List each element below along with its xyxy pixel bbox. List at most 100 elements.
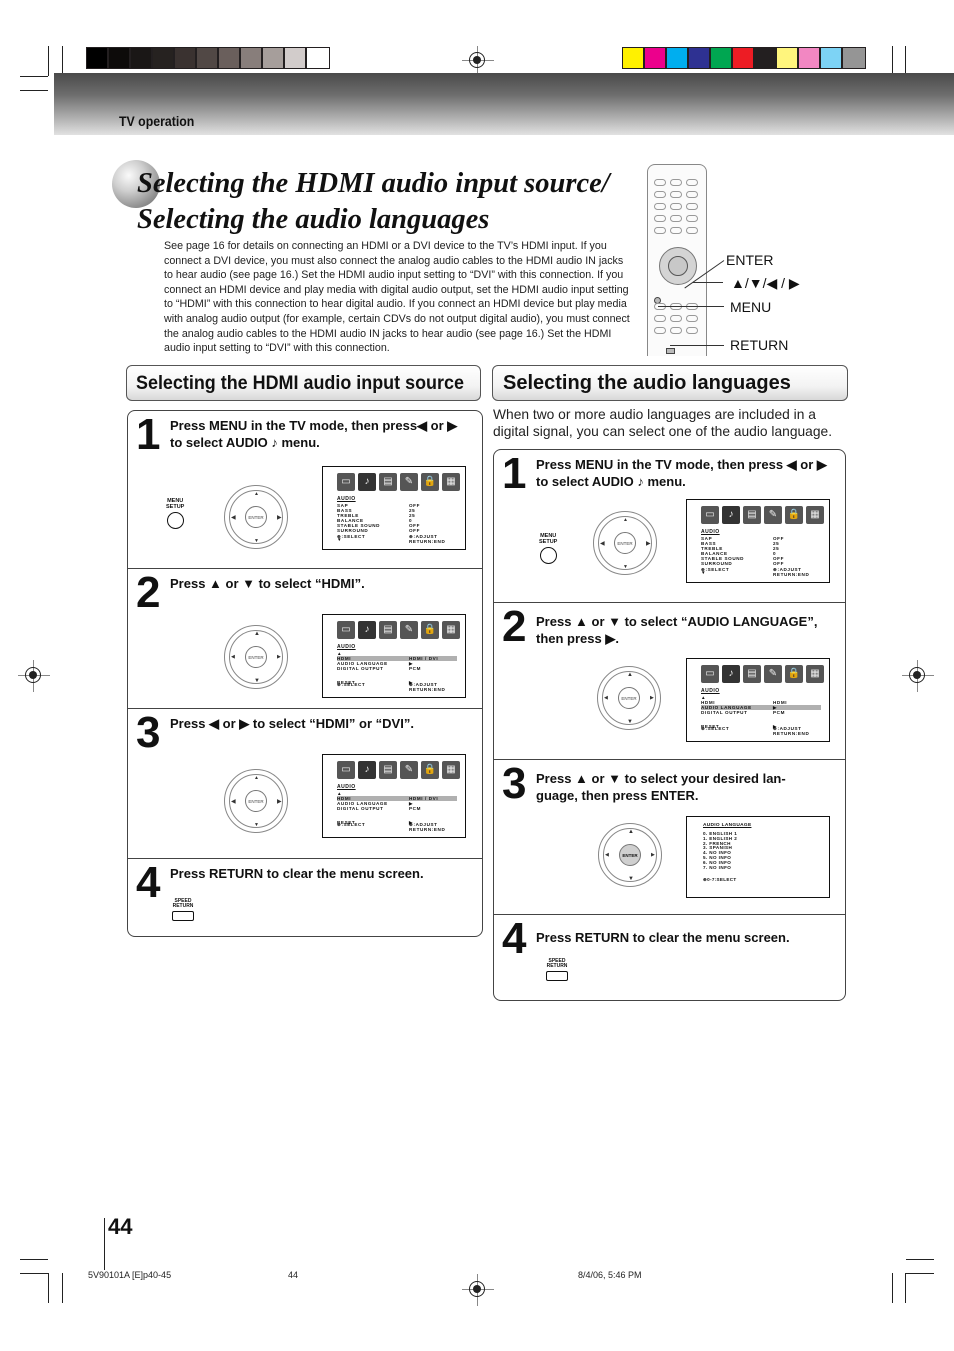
page-title-line-2: Selecting the audio languages	[137, 204, 490, 235]
print-timestamp: 8/4/06, 5:46 PM	[578, 1270, 642, 1280]
crop-mark	[20, 1259, 48, 1260]
osd-footer: ⊕:SELECT ⊕:ADJUST RETURN:END	[337, 534, 446, 544]
color-swatch	[623, 48, 645, 68]
osd-menu-tab-icon: ✎	[764, 506, 782, 524]
osd-row: DIGITAL OUTPUT PCM	[337, 666, 422, 671]
step-number: 4	[136, 858, 161, 907]
color-swatch	[109, 48, 131, 68]
hdmi-section-heading: Selecting the HDMI audio input source	[126, 365, 481, 401]
osd-menu-tab-icon: ♪	[722, 665, 740, 683]
remote-button-icon	[670, 203, 682, 210]
remote-button-icon	[654, 327, 666, 334]
step-number: 2	[502, 602, 527, 651]
remote-button-icon	[654, 227, 666, 234]
hdmi-step-2: 2 Press ▲ or ▼ to select “HDMI”. ENTER ▲ ▼…	[128, 569, 482, 709]
lang-steps-box: 1 Press MENU in the TV mode, then press …	[493, 449, 846, 1001]
osd-menu-tab-icon: ▤	[379, 761, 397, 779]
remote-button-icon	[670, 327, 682, 334]
color-swatch	[285, 48, 307, 68]
menu-setup-button: MENU SETUP	[166, 498, 184, 529]
color-swatch	[307, 48, 329, 68]
osd-footer: ⊕:SELECT ⊕:ADJUST RETURN:END	[701, 567, 810, 577]
step-number: 4	[502, 914, 527, 963]
step-instruction: Press MENU in the TV mode, then press◀ o…	[170, 418, 458, 450]
osd-menu-icons: ▭ ♪ ▤ ✎ 🔒 ▦	[337, 473, 460, 491]
color-bar	[622, 47, 866, 69]
osd-menu-tab-icon: ▤	[743, 665, 761, 683]
color-swatch	[131, 48, 153, 68]
step-instruction: Press ◀ or ▶ to select “HDMI” or “DVI”.	[170, 716, 414, 731]
dpad-left-right-icon: ENTER ◀ ▶ ▲ ▼	[224, 769, 288, 833]
osd-row: DIGITAL OUTPUT PCM	[337, 806, 422, 811]
osd-menu-tab-icon: ▤	[743, 506, 761, 524]
speed-return-button: SPEED RETURN	[172, 899, 194, 921]
osd-menu-icons: ▭ ♪ ▤ ✎ 🔒 ▦	[701, 506, 824, 524]
remote-button-icon	[654, 315, 666, 322]
dpad-up-down-icon: ENTER ▲ ▼ ◀ ▶	[597, 666, 661, 730]
step-instruction: Press ▲ or ▼ to select “AUDIO LANGUAGE”,…	[536, 614, 818, 646]
hdmi-step-3: 3 Press ◀ or ▶ to select “HDMI” or “DVI”…	[128, 709, 482, 859]
osd-menu-tab-icon: ▦	[442, 621, 460, 639]
osd-row: DIGITAL OUTPUT PCM	[701, 710, 786, 715]
osd-menu-tab-icon: 🔒	[421, 621, 439, 639]
step-instruction: Press ▲ or ▼ to select your desired lan-…	[536, 771, 786, 803]
osd-menu-tab-icon: 🔒	[421, 473, 439, 491]
osd-audio-menu: ▭ ♪ ▤ ✎ 🔒 ▦ AUDIO SAP OFF BASS 25 TREBLE 25 BALANCE 0 S…	[686, 499, 830, 583]
lang-section-heading: Selecting the audio languages	[492, 365, 848, 401]
osd-footer: ⊕:SELECT ⊕:ADJUST RETURN:END	[701, 726, 810, 736]
osd-row: SURROUND OFF	[337, 528, 420, 533]
remote-button-icon	[670, 179, 682, 186]
page-number-rule	[104, 1218, 105, 1270]
file-name: 5V90101A [E]p40-45	[88, 1270, 172, 1280]
crop-mark	[905, 1273, 906, 1303]
dpad-up-down-enter-icon: ENTER ▲ ▼ ◀ ▶	[598, 823, 662, 887]
enter-label: ENTER	[726, 252, 774, 268]
arrows-label: ▲/▼/◀ / ▶	[731, 275, 800, 291]
page-title-line-1: Selecting the HDMI audio input source/	[137, 168, 610, 199]
page-title: Selecting the HDMI audio input source/ S…	[137, 166, 610, 238]
menu-setup-button: MENU SETUP	[539, 533, 557, 564]
hdmi-step-1: 1 Press MENU in the TV mode, then press◀…	[128, 411, 482, 569]
step-number: 3	[502, 759, 527, 808]
crop-mark	[20, 76, 48, 77]
color-swatch	[153, 48, 175, 68]
lang-step-1: 1 Press MENU in the TV mode, then press …	[494, 450, 845, 603]
remote-button-icon	[670, 227, 682, 234]
step-instruction: Press RETURN to clear the menu screen.	[536, 930, 790, 945]
color-swatch	[219, 48, 241, 68]
color-swatch	[645, 48, 667, 68]
step-number: 1	[502, 449, 527, 498]
color-swatch	[197, 48, 219, 68]
osd-menu-tab-icon: ▦	[442, 473, 460, 491]
lang-section-title: Selecting the audio languages	[503, 371, 791, 394]
osd-menu-tab-icon: 🔒	[421, 761, 439, 779]
remote-button-icon	[670, 315, 682, 322]
remote-button-icon	[686, 179, 698, 186]
crop-mark	[62, 1273, 63, 1303]
step-instruction: Press ▲ or ▼ to select “HDMI”.	[170, 576, 365, 591]
lang-step-2: 2 Press ▲ or ▼ to select “AUDIO LANGUAGE…	[494, 603, 845, 760]
osd-heading: AUDIO	[337, 644, 356, 650]
hdmi-steps-box: 1 Press MENU in the TV mode, then press◀…	[127, 410, 483, 937]
speed-return-button: SPEED RETURN	[546, 959, 568, 981]
osd-menu-tab-icon: ✎	[400, 761, 418, 779]
sheet-number: 44	[288, 1270, 299, 1280]
return-label: RETURN	[730, 337, 789, 353]
step-instruction: Press MENU in the TV mode, then press ◀ …	[536, 457, 827, 489]
leader-line	[670, 345, 724, 346]
osd-audio-menu: ▭ ♪ ▤ ✎ 🔒 ▦ AUDIO SAP OFF BASS 25 TREBLE 25 BALANCE 0 S…	[322, 466, 466, 550]
osd-heading: AUDIO	[337, 496, 356, 502]
osd-menu-tab-icon: ▭	[701, 506, 719, 524]
menu-label: MENU	[730, 299, 772, 315]
osd-hdmi-menu: ▭ ♪ ▤ ✎ 🔒 ▦ AUDIO ▲ HDMI HDMI / DVI AUDIO LANGUAGE…	[322, 614, 466, 698]
osd-language-list: 0. ENGLISH 1 1. ENGLISH 2 2. FRENCH 3. SPAN…	[703, 831, 737, 870]
osd-footer: ⊕0-7:SELECT	[703, 877, 737, 882]
dpad-left-right-icon: ENTER ◀ ▶ ▲ ▼	[593, 511, 657, 575]
section-label: TV operation	[119, 113, 195, 129]
crop-mark	[20, 90, 48, 91]
osd-menu-tab-icon: ▦	[806, 506, 824, 524]
remote-button-icon	[670, 191, 682, 198]
osd-menu-tab-icon: ▭	[337, 473, 355, 491]
osd-menu-icons: ▭ ♪ ▤ ✎ 🔒 ▦	[701, 665, 824, 683]
header-band: TV operation	[54, 73, 954, 135]
